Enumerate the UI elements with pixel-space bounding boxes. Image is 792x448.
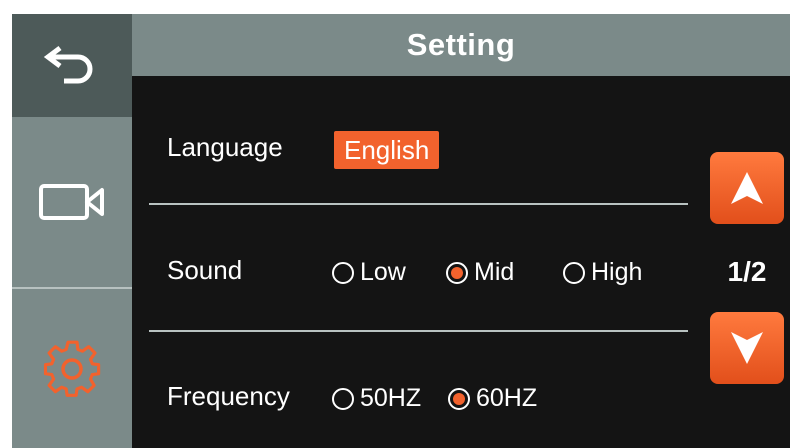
sound-label: Sound xyxy=(167,255,243,285)
back-button[interactable] xyxy=(12,14,132,117)
header-bar: Setting xyxy=(132,14,790,76)
page-down-button[interactable] xyxy=(710,312,784,384)
settings-button[interactable] xyxy=(12,289,132,448)
language-label: Language xyxy=(167,132,283,162)
divider xyxy=(149,330,688,332)
page-indicator: 1/2 xyxy=(727,256,767,287)
frequency-option-60hz[interactable]: 60HZ xyxy=(448,384,537,413)
radio-button-high[interactable] xyxy=(563,261,585,284)
sidebar xyxy=(12,14,132,448)
sound-option-high-label: High xyxy=(591,258,643,286)
sound-option-high[interactable]: High xyxy=(563,258,642,287)
sound-option-mid[interactable]: Mid xyxy=(446,258,514,287)
divider xyxy=(149,203,688,205)
video-camera-icon xyxy=(39,184,104,220)
language-value[interactable]: English xyxy=(334,131,440,169)
settings-screen: Setting Language English Sound Low Mid H… xyxy=(12,14,790,448)
page-title: Setting xyxy=(406,27,516,62)
radio-button-50hz[interactable] xyxy=(332,387,354,410)
arrow-down-icon xyxy=(731,332,763,364)
video-button[interactable] xyxy=(12,117,132,289)
frequency-option-50hz[interactable]: 50HZ xyxy=(332,384,421,413)
sound-option-mid-label: Mid xyxy=(474,258,515,286)
page-up-button[interactable] xyxy=(710,152,784,224)
arrow-up-icon xyxy=(731,172,763,204)
sound-option-low-label: Low xyxy=(360,258,406,286)
gear-icon xyxy=(43,340,101,397)
frequency-option-50hz-label: 50HZ xyxy=(360,384,422,412)
frequency-label: Frequency xyxy=(167,381,290,411)
sound-option-low[interactable]: Low xyxy=(332,258,406,287)
radio-button-low[interactable] xyxy=(332,261,354,284)
radio-button-60hz[interactable] xyxy=(448,387,470,410)
frequency-option-60hz-label: 60HZ xyxy=(476,384,538,412)
radio-button-mid[interactable] xyxy=(446,261,468,284)
back-arrow-icon xyxy=(43,45,93,83)
